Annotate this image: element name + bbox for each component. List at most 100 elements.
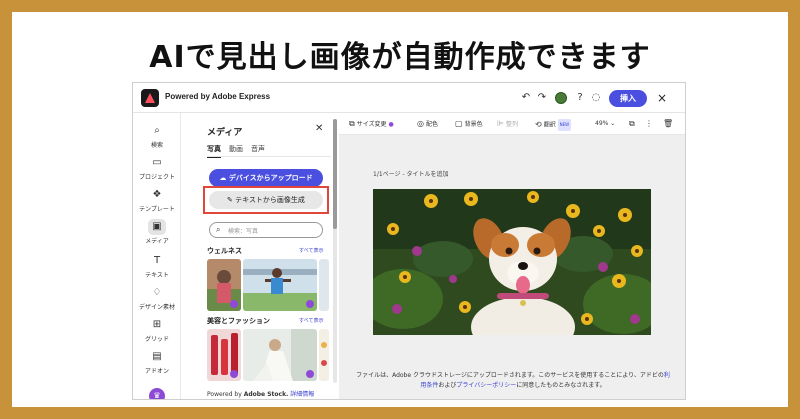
nav-label: メディア (145, 238, 169, 245)
beauty-thumb-1[interactable] (207, 329, 241, 381)
beauty-photo-3 (319, 329, 329, 381)
section-title-beauty-fashion: 美容とファッション (207, 317, 270, 325)
arrange-tool[interactable]: ⊫ 整列 (497, 119, 518, 130)
search-placeholder: 検索：写真 (228, 228, 259, 235)
nav-item-text[interactable]: T テキスト (133, 253, 181, 279)
wellness-thumb-1[interactable] (207, 259, 241, 311)
premium-badge-icon (306, 300, 314, 308)
redo-icon[interactable]: ↷ (535, 91, 549, 105)
copy-icon[interactable]: ⧉ (629, 119, 637, 130)
page-label[interactable]: 1/1ページ - タイトルを追加 (373, 169, 449, 178)
nav-item-search[interactable]: ⌕ 検索 (133, 123, 181, 149)
zoom-value: 49% (595, 120, 609, 127)
canvas-area: ⧉ サイズ変更 ● ◎ 配色 ▢ 背景色 ⊫ 整列 ⟲ 翻訳 NEW 49% ⌄ ⧉ ⋮ … (339, 113, 685, 399)
nav-label: グリッド (144, 336, 169, 343)
premium-crown-icon[interactable]: ♛ (149, 388, 165, 399)
see-all-beauty-link[interactable]: すべて表示 (299, 317, 323, 324)
close-icon[interactable]: × (657, 90, 667, 106)
upload-from-device-button[interactable]: ☁ デバイスからアップロード (209, 169, 323, 187)
translate-icon: ⟲ (535, 119, 542, 129)
color-tool[interactable]: ◎ 配色 (417, 119, 438, 130)
dog-photo[interactable] (373, 189, 651, 335)
resize-icon: ⧉ (349, 119, 355, 128)
premium-badge-icon (230, 370, 238, 378)
left-nav: ⌕ 検索 ▭ プロジェクト ❖ テンプレート ▣ メディア T テキスト ♢ デ… (133, 113, 181, 399)
top-bar: Powered by Adobe Express ↶ ↷ ? ◌ 挿入 × (133, 83, 685, 113)
nav-label: 検索 (150, 142, 163, 149)
tab-divider (207, 156, 331, 157)
search-icon: ⌕ (216, 225, 221, 234)
premium-badge-icon (306, 370, 314, 378)
addon-icon: ▤ (152, 351, 162, 362)
color-label: 配色 (425, 121, 438, 128)
nav-label: テキスト (145, 272, 169, 279)
tab-videos[interactable]: 動画 (229, 144, 243, 154)
template-icon: ❖ (152, 189, 162, 200)
nav-label: プロジェクト (138, 174, 175, 181)
translate-label: 翻訳 (543, 121, 556, 129)
app-title: Powered by Adobe Express (165, 92, 271, 101)
nav-label: デザイン素材 (138, 304, 175, 311)
learn-more-link[interactable]: 詳細情報 (290, 391, 314, 398)
media-panel: メディア ✕ 写真 動画 音声 ☁ デバイスからアップロード ✎ テキストから画… (195, 113, 335, 399)
new-badge: NEW (557, 119, 572, 131)
headline: AIで見出し画像が自動作成できます (149, 40, 651, 75)
text-icon: T (153, 255, 161, 266)
premium-badge-icon (230, 300, 238, 308)
highlight-box (203, 186, 329, 214)
upload-button-label: デバイスからアップロード (228, 174, 313, 182)
privacy-policy-link[interactable]: プライバシーポリシー (456, 382, 516, 389)
wellness-thumb-2[interactable] (243, 259, 317, 311)
nav-item-design-assets[interactable]: ♢ デザイン素材 (133, 285, 181, 311)
cloud-upload-icon: ☁ (219, 174, 229, 182)
background-label: 背景色 (464, 121, 483, 128)
help-icon[interactable]: ? (573, 91, 587, 105)
undo-icon[interactable]: ↶ (519, 91, 533, 105)
notice-line-2: 用条件およびプライバシーポリシーに同意したものとみなされます。 (339, 381, 685, 391)
notice-text-1: ファイルは、Adobe クラウドストレージにアップロードされます。このサービスを… (356, 372, 664, 379)
panel-footer: Powered by Adobe Stock. 詳細情報 (207, 389, 314, 398)
wellness-photo-3 (319, 259, 329, 311)
search-icon: ⌕ (154, 125, 160, 136)
arrange-icon: ⊫ (497, 119, 504, 128)
tab-audio[interactable]: 音声 (251, 144, 265, 154)
panel-scrollbar-thumb[interactable] (333, 119, 337, 229)
nav-item-media[interactable]: ▣ メディア (133, 219, 181, 245)
nav-item-projects[interactable]: ▭ プロジェクト (133, 155, 181, 181)
notice-line-1: ファイルは、Adobe クラウドストレージにアップロードされます。このサービスを… (339, 371, 685, 381)
resize-tool[interactable]: ⧉ サイズ変更 ● (349, 119, 394, 130)
palette-icon: ◎ (417, 119, 424, 128)
banner-card: AIで見出し画像が自動作成できます Powered by Adobe Expre… (12, 12, 788, 407)
wellness-thumb-3[interactable] (319, 259, 329, 311)
notice-text-2: および (438, 382, 457, 389)
comment-icon[interactable]: ◌ (589, 91, 603, 105)
search-input[interactable]: ⌕ 検索：写真 (209, 222, 323, 238)
avatar[interactable] (555, 92, 567, 104)
more-icon[interactable]: ⋮ (645, 119, 655, 130)
dog-in-flowers-image (373, 189, 651, 335)
terms-link-part-1[interactable]: 利 (664, 372, 670, 379)
terms-link-part-2[interactable]: 用条件 (420, 382, 438, 389)
grid-icon: ⊞ (152, 319, 162, 330)
canvas-toolbar: ⧉ サイズ変更 ● ◎ 配色 ▢ 背景色 ⊫ 整列 ⟲ 翻訳 NEW 49% ⌄ ⧉ ⋮ … (339, 113, 685, 135)
chevron-down-icon: ⌄ (610, 120, 616, 127)
insert-button[interactable]: 挿入 (609, 90, 647, 107)
translate-tool[interactable]: ⟲ 翻訳 NEW (535, 119, 572, 131)
adobe-express-logo (141, 89, 159, 107)
nav-item-addons[interactable]: ▤ アドオン (133, 349, 181, 375)
resize-label: サイズ変更 (356, 121, 387, 128)
nav-item-templates[interactable]: ❖ テンプレート (133, 187, 181, 213)
crown-icon: ● (388, 121, 394, 128)
arrange-label: 整列 (505, 121, 518, 128)
notice-text-3: に同意したものとみなされます。 (516, 382, 606, 389)
panel-title: メディア (207, 128, 243, 138)
beauty-thumb-3[interactable] (319, 329, 329, 381)
nav-item-grid[interactable]: ⊞ グリッド (133, 317, 181, 343)
trash-icon[interactable]: 🗑 (663, 119, 675, 130)
beauty-thumb-2[interactable] (243, 329, 317, 381)
background-tool[interactable]: ▢ 背景色 (455, 119, 483, 130)
panel-close-icon[interactable]: ✕ (315, 123, 323, 134)
nav-label: アドオン (144, 368, 169, 375)
zoom-select[interactable]: 49% ⌄ (595, 119, 615, 129)
see-all-wellness-link[interactable]: すべて表示 (299, 247, 323, 254)
